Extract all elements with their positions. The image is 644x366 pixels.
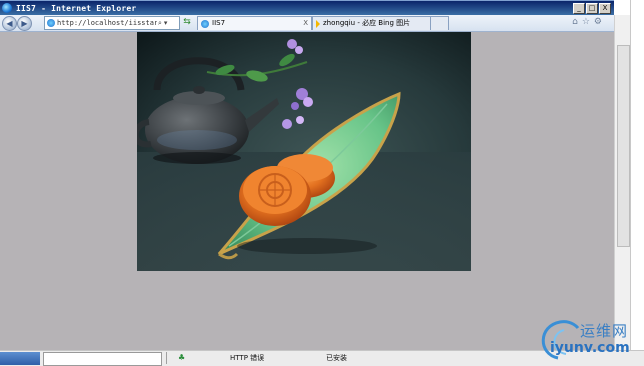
mooncake-photo — [137, 32, 471, 271]
back-button[interactable]: ◀ — [2, 16, 17, 31]
minimize-button[interactable]: _ — [573, 3, 585, 14]
browser-toolbar: ◀ ▶ http://localhost/iisstart.ht ⌕ ▾ ⇆ I… — [0, 15, 614, 32]
title-bar: IIS7 - Internet Explorer _ □ X — [0, 0, 614, 15]
window-title: IIS7 - Internet Explorer — [16, 3, 137, 13]
page-icon — [47, 19, 55, 27]
refresh-icon[interactable]: ⇆ — [181, 17, 193, 28]
tools-icon[interactable]: ⚙ — [594, 17, 602, 27]
taskbar-start-area[interactable] — [0, 352, 40, 365]
maximize-button[interactable]: □ — [586, 3, 598, 14]
close-tab-icon[interactable]: X — [303, 17, 308, 30]
tab-iis7[interactable]: IIS7 X — [197, 16, 312, 30]
right-gutter — [630, 0, 644, 350]
new-tab-button[interactable] — [430, 16, 449, 30]
scroll-thumb[interactable] — [617, 45, 630, 247]
close-button[interactable]: X — [599, 3, 611, 14]
favorites-icon[interactable]: ☆ — [582, 17, 590, 27]
feature-icon: ♣ — [178, 353, 186, 362]
watermark: 运维网 iyunv.com — [538, 318, 642, 362]
feature-status: 已安装 — [326, 354, 347, 362]
feature-name: HTTP 错误 — [230, 354, 265, 362]
address-bar[interactable]: http://localhost/iisstart.ht ⌕ ▾ — [44, 16, 180, 30]
photo-graphic — [137, 32, 471, 271]
watermark-url: iyunv.com — [550, 340, 630, 356]
tab-label: zhongqiu - 必应 Bing 图片 — [323, 19, 411, 27]
dropdown-icon[interactable]: ▾ — [163, 19, 169, 27]
taskbar-separator — [166, 352, 175, 364]
bing-icon — [316, 19, 320, 28]
ie-icon — [201, 19, 209, 28]
tab-bing-images[interactable]: zhongqiu - 必应 Bing 图片 — [312, 16, 433, 30]
vertical-scrollbar[interactable] — [614, 15, 631, 350]
command-icons: ⌂ ☆ ⚙ — [572, 17, 602, 27]
forward-button[interactable]: ▶ — [17, 16, 32, 31]
watermark-site-name: 运维网 — [580, 322, 629, 340]
window-controls: _ □ X — [573, 3, 611, 14]
tab-label: IIS7 — [212, 19, 226, 27]
home-icon[interactable]: ⌂ — [572, 17, 578, 27]
ie-icon — [2, 3, 12, 13]
taskbar-field[interactable] — [43, 352, 162, 366]
address-text[interactable]: http://localhost/iisstart.ht — [57, 19, 157, 27]
